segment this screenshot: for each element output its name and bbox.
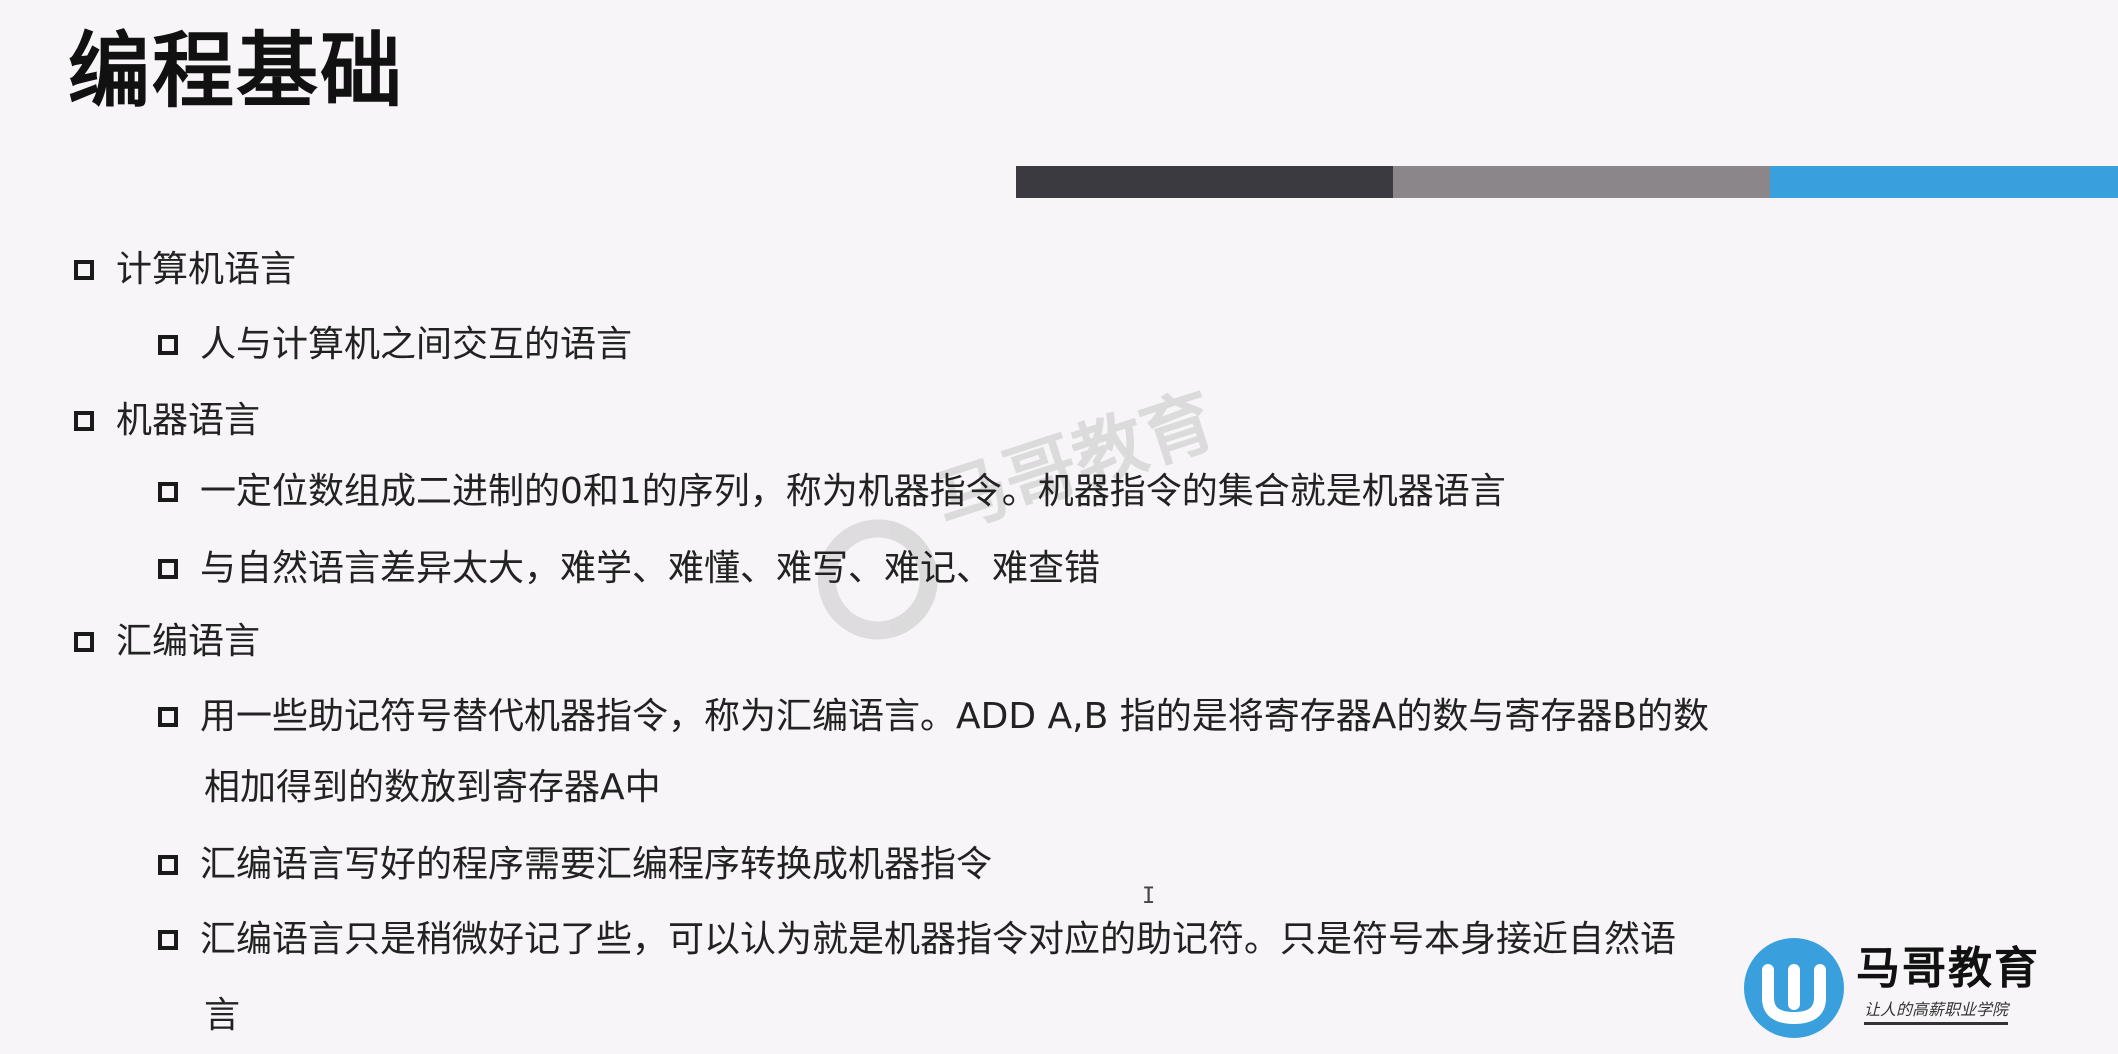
bullet-text: 人与计算机之间交互的语言 bbox=[200, 324, 633, 365]
bullet-item: 机器语言 bbox=[74, 399, 260, 443]
bullet-item: 用一些助记符号替代机器指令，称为汇编语言。ADD A,B 指的是将寄存器A的数与… bbox=[158, 695, 1709, 739]
logo-name: 马哥教育 bbox=[1856, 943, 2040, 994]
brand-logo: 马哥教育 让人的高薪职业学院 bbox=[1738, 926, 2118, 1054]
logo-tagline: 让人的高薪职业学院 bbox=[1864, 996, 2009, 1025]
slide: 编程基础 马哥教育 计算机语言 人与计算机之间交互的语言 机器语言 一定位数组成… bbox=[0, 0, 2118, 1054]
bullet-text: 汇编语言只是稍微好记了些，可以认为就是机器指令对应的助记符。只是符号本身接近自然… bbox=[200, 919, 1677, 960]
accent-bar-dark bbox=[1016, 166, 1393, 198]
bullet-item: 汇编语言写好的程序需要汇编程序转换成机器指令 bbox=[158, 843, 992, 887]
accent-bar-gray bbox=[1393, 166, 1770, 198]
bullet-text: 机器语言 bbox=[116, 400, 261, 441]
bullet-item: 与自然语言差异太大，难学、难懂、难写、难记、难查错 bbox=[158, 547, 1100, 591]
bullet-text: 与自然语言差异太大，难学、难懂、难写、难记、难查错 bbox=[200, 548, 1101, 589]
bullet-item: 计算机语言 bbox=[74, 248, 296, 292]
accent-bar-blue bbox=[1770, 166, 2118, 198]
square-bullet-icon bbox=[74, 411, 94, 431]
square-bullet-icon bbox=[74, 632, 94, 652]
watermark-text: 马哥教育 bbox=[925, 377, 1226, 547]
slide-title: 编程基础 bbox=[68, 24, 405, 119]
bullet-item: 汇编语言只是稍微好记了些，可以认为就是机器指令对应的助记符。只是符号本身接近自然… bbox=[158, 918, 1676, 962]
bullet-text: 用一些助记符号替代机器指令，称为汇编语言。ADD A,B 指的是将寄存器A的数与… bbox=[200, 696, 1710, 737]
mage-logo-icon bbox=[1744, 938, 1844, 1038]
square-bullet-icon bbox=[158, 930, 178, 950]
square-bullet-icon bbox=[158, 482, 178, 502]
bullet-text: 汇编语言 bbox=[116, 621, 261, 662]
square-bullet-icon bbox=[158, 707, 178, 727]
bullet-item: 汇编语言 bbox=[74, 620, 260, 664]
text-cursor-icon: I bbox=[1142, 884, 1156, 909]
bullet-continuation: 言 bbox=[204, 995, 241, 1036]
bullet-item: 一定位数组成二进制的0和1的序列，称为机器指令。机器指令的集合就是机器语言 bbox=[158, 470, 1506, 514]
bullet-continuation: 相加得到的数放到寄存器A中 bbox=[204, 767, 661, 808]
bullet-text: 一定位数组成二进制的0和1的序列，称为机器指令。机器指令的集合就是机器语言 bbox=[200, 471, 1506, 512]
square-bullet-icon bbox=[74, 260, 94, 280]
bullet-text: 汇编语言写好的程序需要汇编程序转换成机器指令 bbox=[200, 844, 993, 885]
square-bullet-icon bbox=[158, 335, 178, 355]
bullet-text: 计算机语言 bbox=[116, 249, 297, 290]
square-bullet-icon bbox=[158, 855, 178, 875]
watermark: 马哥教育 bbox=[736, 307, 1323, 753]
bullet-item: 人与计算机之间交互的语言 bbox=[158, 323, 632, 367]
square-bullet-icon bbox=[158, 559, 178, 579]
